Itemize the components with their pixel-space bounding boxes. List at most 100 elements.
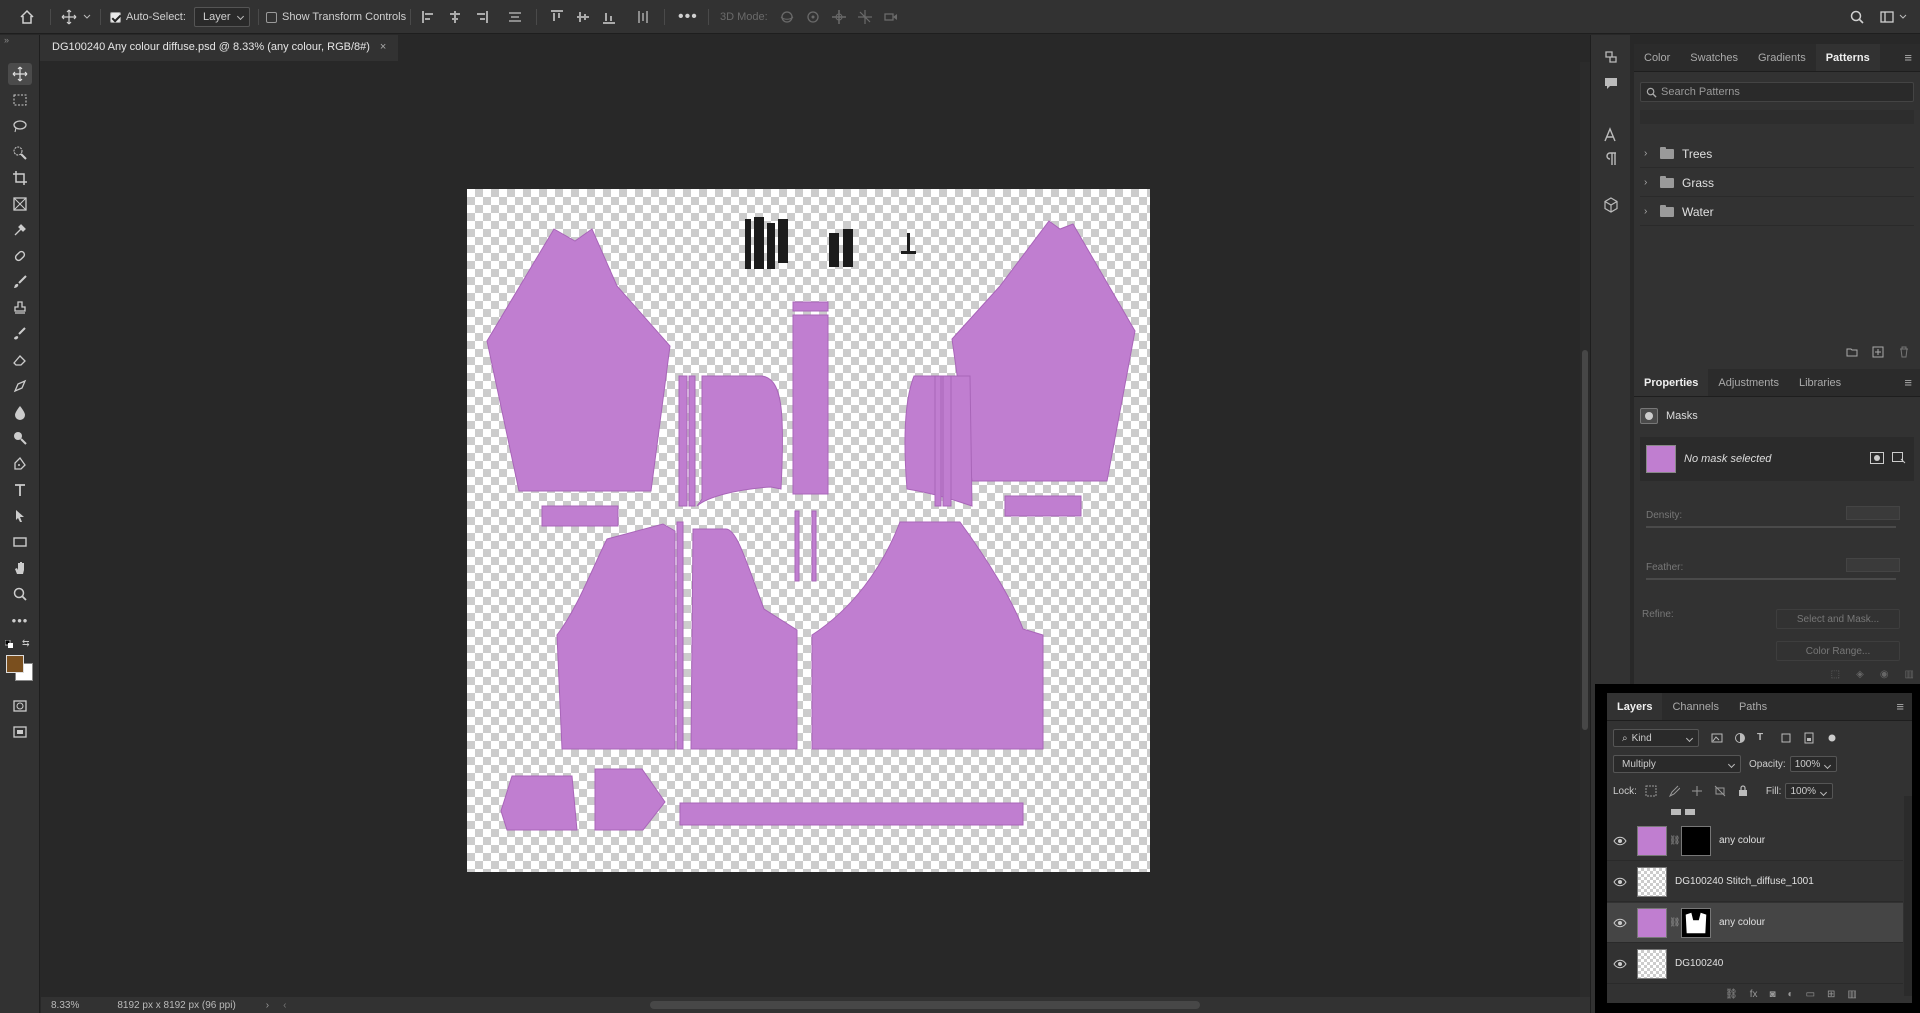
tab-patterns[interactable]: Patterns — [1815, 44, 1880, 71]
shape-filter-icon[interactable] — [1780, 732, 1792, 744]
panel-menu-icon[interactable]: ≡ — [1904, 44, 1920, 71]
type-tool[interactable] — [8, 479, 32, 501]
lock-all-icon[interactable] — [1737, 785, 1749, 797]
fill-field[interactable]: 100% — [1785, 783, 1834, 799]
layer-mask-thumbnail[interactable] — [1681, 825, 1711, 856]
layer-name[interactable]: DG100240 Stitch_diffuse_1001 — [1675, 876, 1814, 887]
comments-icon[interactable] — [1601, 73, 1621, 93]
status-expand-icon[interactable]: › — [266, 1000, 269, 1011]
tab-paths[interactable]: Paths — [1729, 693, 1777, 720]
add-vector-mask-icon[interactable] — [1892, 451, 1906, 467]
visibility-eye-icon[interactable] — [1607, 918, 1633, 928]
move-tool[interactable] — [8, 63, 32, 85]
link-icon[interactable]: ⛓ — [1669, 835, 1680, 846]
slide-3d-icon[interactable] — [856, 8, 874, 26]
select-and-mask-button[interactable]: Select and Mask... — [1776, 609, 1900, 629]
load-selection-icon[interactable]: ⬚ — [1831, 669, 1840, 680]
paragraph-icon[interactable] — [1601, 149, 1621, 169]
search-patterns-input[interactable]: Search Patterns — [1640, 82, 1914, 102]
delete-mask-icon[interactable]: ▥ — [1905, 669, 1914, 680]
tab-layers[interactable]: Layers — [1607, 693, 1663, 720]
lock-artboard-icon[interactable] — [1714, 785, 1726, 797]
adjustment-layer-icon[interactable]: ◐ — [1788, 989, 1794, 1000]
move-tool-preset-icon[interactable] — [60, 8, 78, 26]
gradient-tool[interactable] — [8, 375, 32, 397]
more-tools-icon[interactable]: ••• — [8, 609, 32, 631]
add-mask-icon[interactable]: ◙ — [1769, 989, 1775, 1000]
align-top-icon[interactable] — [548, 8, 566, 26]
panel-menu-icon[interactable]: ≡ — [1896, 693, 1912, 720]
smart-object-filter-icon[interactable] — [1803, 732, 1815, 744]
swap-colors-icon[interactable]: ⇆ — [22, 638, 30, 649]
stamp-tool[interactable] — [8, 297, 32, 319]
delete-layer-icon[interactable]: ▥ — [1847, 989, 1856, 1000]
shape-tool[interactable] — [8, 531, 32, 553]
path-select-tool[interactable] — [8, 505, 32, 527]
tab-swatches[interactable]: Swatches — [1680, 44, 1748, 71]
marquee-tool[interactable] — [8, 89, 32, 111]
pattern-group-trees[interactable]: › Trees — [1640, 140, 1914, 168]
scale-3d-icon[interactable] — [882, 8, 900, 26]
opacity-field[interactable]: 100% — [1789, 756, 1838, 772]
tab-color[interactable]: Color — [1634, 44, 1680, 71]
new-layer-icon[interactable]: ⊞ — [1827, 989, 1835, 1000]
close-tab-icon[interactable]: × — [380, 41, 386, 53]
home-icon[interactable] — [18, 8, 36, 26]
foreground-color-swatch[interactable] — [6, 655, 24, 673]
layer-name[interactable]: any colour — [1719, 917, 1765, 928]
workspace-icon[interactable] — [1878, 8, 1896, 26]
history-icon[interactable] — [1601, 47, 1621, 67]
align-middle-v-icon[interactable] — [574, 8, 592, 26]
show-transform-controls-checkbox[interactable]: Show Transform Controls — [266, 0, 406, 34]
quick-select-tool[interactable] — [8, 141, 32, 163]
feather-field[interactable] — [1846, 558, 1900, 572]
feather-slider[interactable] — [1646, 578, 1896, 580]
tab-adjustments[interactable]: Adjustments — [1708, 369, 1789, 396]
layer-mask-thumbnail[interactable] — [1681, 907, 1711, 938]
screen-mode-icon[interactable] — [8, 721, 32, 743]
align-left-icon[interactable] — [420, 8, 438, 26]
visibility-eye-icon[interactable] — [1607, 836, 1633, 846]
document-canvas[interactable] — [467, 189, 1150, 872]
layer-row[interactable]: ⛓ any colour — [1607, 821, 1903, 861]
chevron-down-icon[interactable] — [1898, 8, 1908, 26]
blur-tool[interactable] — [8, 401, 32, 423]
dodge-tool[interactable] — [8, 427, 32, 449]
filter-kind-select[interactable]: ⌕ Kind — [1613, 729, 1699, 747]
apply-mask-icon[interactable]: ◈ — [1856, 669, 1864, 680]
pen-tool[interactable] — [8, 453, 32, 475]
new-pattern-icon[interactable] — [1872, 346, 1884, 358]
document-tab[interactable]: DG100240 Any colour diffuse.psd @ 8.33% … — [40, 35, 399, 61]
history-brush-tool[interactable] — [8, 323, 32, 345]
auto-select-target-select[interactable]: Layer — [194, 0, 250, 34]
filter-toggle-icon[interactable] — [1826, 732, 1838, 744]
search-icon[interactable] — [1848, 8, 1866, 26]
lasso-tool[interactable] — [8, 115, 32, 137]
chevron-right-icon[interactable]: › — [1644, 206, 1654, 217]
zoom-level[interactable]: 8.33% — [51, 1000, 79, 1011]
distribute-v-icon[interactable] — [634, 8, 652, 26]
frame-tool[interactable] — [8, 193, 32, 215]
visibility-eye-icon[interactable] — [1607, 959, 1633, 969]
density-slider[interactable] — [1646, 526, 1896, 528]
default-colors-icon[interactable] — [4, 639, 13, 648]
adjustment-filter-icon[interactable] — [1734, 732, 1746, 744]
tab-channels[interactable]: Channels — [1662, 693, 1728, 720]
eyedropper-tool[interactable] — [8, 219, 32, 241]
auto-select-checkbox[interactable]: Auto-Select: — [110, 0, 186, 34]
crop-tool[interactable] — [8, 167, 32, 189]
eraser-tool[interactable] — [8, 349, 32, 371]
3d-icon[interactable] — [1601, 195, 1621, 215]
color-range-button[interactable]: Color Range... — [1776, 641, 1900, 661]
chevron-down-icon[interactable] — [82, 8, 92, 26]
roll-3d-icon[interactable] — [804, 8, 822, 26]
pan-3d-icon[interactable] — [830, 8, 848, 26]
horizontal-scrollbar-thumb[interactable] — [650, 1001, 1200, 1009]
zoom-tool[interactable] — [8, 583, 32, 605]
new-group-icon[interactable]: ▭ — [1806, 989, 1815, 1000]
chevron-right-icon[interactable]: › — [1644, 148, 1654, 159]
link-layers-icon[interactable]: ⛓ — [1725, 989, 1738, 1000]
brush-tool[interactable] — [8, 271, 32, 293]
orbit-3d-icon[interactable] — [778, 8, 796, 26]
tab-properties[interactable]: Properties — [1634, 369, 1709, 396]
